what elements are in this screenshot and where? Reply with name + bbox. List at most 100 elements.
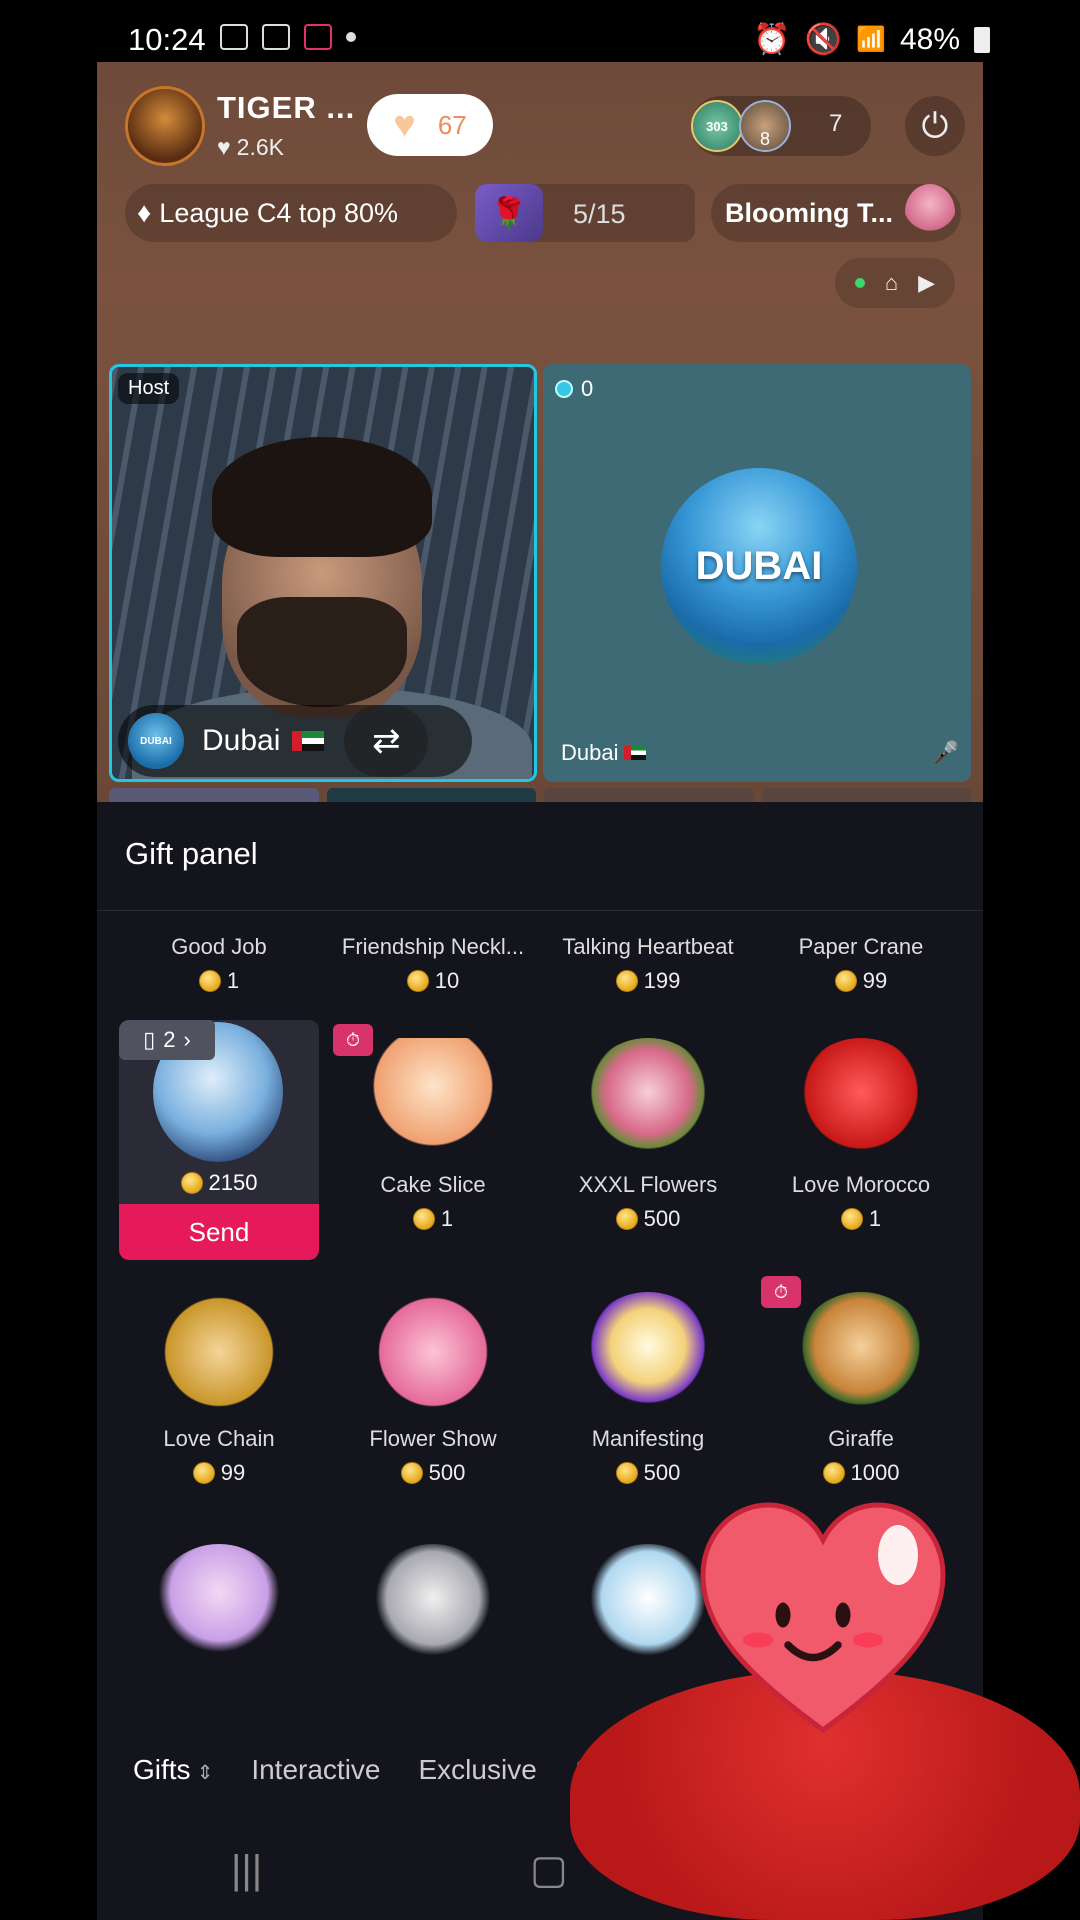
swap-icon[interactable]: ⇄ (344, 705, 429, 777)
combo-icon: ▯ (143, 1027, 156, 1052)
gift-price: 1 (333, 1206, 533, 1232)
guest-name-label: Dubai (561, 740, 619, 765)
love-chain-gift-image (154, 1292, 284, 1412)
coin-icon (615, 1208, 638, 1230)
play-icon[interactable]: ▶ (918, 270, 935, 296)
coin-icon (198, 970, 221, 992)
uae-flag-icon (624, 746, 647, 760)
gift-item-love-morocco[interactable]: Love Morocco 1 (761, 1038, 961, 1232)
gift-price-value: 99 (862, 968, 888, 993)
event-label: Blooming T... (725, 197, 893, 228)
guest-video-tile[interactable]: 0 DUBAI Dubai 🎤 (543, 364, 971, 782)
league-label: League C4 top 80% (159, 197, 398, 228)
host-display-name: Dubai (202, 724, 281, 757)
live-room: TIGER ... ♥ 2.6K ♥ 67 303 8 7 ⏻ ♦ League… (97, 62, 983, 802)
gift-price: 99 (119, 1460, 319, 1486)
status-bar: 10:24 ⏰ 🔇 📶 48% (0, 0, 1080, 62)
gift-name: Love Morocco (791, 1172, 931, 1197)
guest-score: 0 (555, 376, 593, 402)
gift-price: 1 (119, 968, 319, 994)
guest-name: Dubai (561, 740, 647, 766)
gift-item-good-job[interactable]: Good Job 1 (119, 934, 319, 994)
tile-preview[interactable] (544, 788, 754, 802)
gift-price-value: 500 (428, 1460, 466, 1485)
heart-icon: ♥ (217, 134, 231, 160)
gift-item-paper-crane[interactable]: Paper Crane 99 (761, 934, 961, 994)
home-icon[interactable]: ⌂ (885, 270, 898, 296)
coin-icon (406, 970, 429, 992)
host-name-bar[interactable]: DUBAI Dubai ⇄ (118, 705, 472, 777)
gift-item-manifesting[interactable]: Manifesting 500 (548, 1292, 748, 1486)
gift-item-love-chain[interactable]: Love Chain 99 (119, 1292, 319, 1486)
panel-title: Gift panel (125, 836, 258, 871)
tab-gifts-label: Gifts (133, 1754, 191, 1785)
goal-progress[interactable]: 🌹 5/15 (475, 184, 695, 242)
gift-name: Manifesting (591, 1426, 705, 1451)
power-icon[interactable]: ⏻ (905, 96, 965, 156)
host-likes: ♥ 2.6K (217, 134, 284, 161)
tab-interactive[interactable]: Interactive (251, 1754, 380, 1786)
gift-price-value: 10 (434, 968, 460, 993)
big-heart-icon (700, 1502, 946, 1734)
gift-name: Good Job (171, 934, 267, 959)
selected-gift-card[interactable]: ▯ 2 › 2150 Send (119, 1020, 319, 1260)
goal-progress-text: 5/15 (573, 199, 626, 229)
gift-price-value: 99 (220, 1460, 246, 1485)
battery-percent: 48% (899, 22, 960, 56)
host-video-tile[interactable]: Host DUBAI Dubai ⇄ (109, 364, 537, 782)
likes-pill[interactable]: ♥ 67 (367, 94, 493, 156)
viewer-list[interactable]: 303 8 7 (691, 96, 871, 156)
guest-avatar: DUBAI (661, 468, 857, 664)
gift-name: Cake Slice (380, 1172, 486, 1197)
gift-name: Paper Crane (798, 934, 924, 959)
gift-item-flower-show[interactable]: Flower Show 500 (333, 1292, 533, 1486)
coin-icon (192, 1462, 215, 1484)
gift-item-cake-slice[interactable]: Cake Slice 1 (333, 1038, 533, 1232)
battery-icon (974, 26, 990, 53)
notification-dot-icon (346, 32, 356, 42)
tile-preview[interactable] (109, 788, 319, 802)
flowers-gift-image (583, 1038, 713, 1158)
gift-item-friendship-necklace[interactable]: Friendship Neckl... 10 (333, 934, 533, 994)
league-badge[interactable]: ♦ League C4 top 80% (125, 184, 457, 242)
host-name[interactable]: TIGER ... (217, 90, 355, 126)
viewer-avatar[interactable]: 8 (739, 100, 791, 152)
gem-icon (555, 380, 573, 398)
tile-preview[interactable] (326, 788, 536, 802)
gift-item-giraffe[interactable]: Giraffe 1000 (761, 1292, 961, 1486)
gift-name: Talking Heartbeat (562, 934, 734, 959)
guest-logo-text: DUBAI (695, 543, 823, 588)
gift-item-teapot[interactable] (333, 1544, 533, 1678)
status-time: 10:24 (128, 22, 206, 57)
event-badge[interactable]: Blooming T... (711, 184, 961, 242)
tile-preview[interactable] (761, 788, 971, 802)
home-button-icon[interactable]: ▢ (530, 1847, 568, 1893)
host-avatar[interactable] (125, 86, 205, 166)
gift-item-jellyfish[interactable] (119, 1544, 319, 1678)
alarm-icon: ⏰ (753, 23, 791, 56)
tab-exclusive[interactable]: Exclusive (419, 1754, 537, 1786)
coin-icon (412, 1208, 435, 1230)
giraffe-gift-image (796, 1292, 926, 1412)
gift-name: Friendship Neckl... (341, 934, 525, 959)
coin-icon (400, 1462, 423, 1484)
panel-divider (97, 910, 983, 911)
tab-gifts[interactable]: Gifts ⇕ (133, 1754, 213, 1786)
recent-apps-icon[interactable]: ||| (231, 1848, 262, 1893)
gift-item-talking-heartbeat[interactable]: Talking Heartbeat 199 (548, 934, 748, 994)
wifi-icon: 📶 (856, 26, 886, 53)
host-video-beard (237, 597, 407, 707)
chevron-right-icon: › (183, 1027, 191, 1052)
gift-item-xxxl-flowers[interactable]: XXXL Flowers 500 (548, 1038, 748, 1232)
mute-icon: 🔇 (804, 23, 843, 56)
tiktok-icon (304, 24, 332, 50)
jellyfish-gift-image (154, 1544, 284, 1664)
heart-icon: ♥ (393, 103, 416, 146)
gift-name: Flower Show (369, 1426, 497, 1451)
send-button[interactable]: Send (119, 1204, 319, 1260)
gift-price-value: 2150 (208, 1170, 258, 1195)
capcut-icon (262, 24, 290, 50)
gift-combo-count[interactable]: ▯ 2 › (119, 1020, 215, 1060)
mini-controls[interactable]: ⌂ ▶ (835, 258, 955, 308)
viewer-avatar[interactable]: 303 (691, 100, 743, 152)
